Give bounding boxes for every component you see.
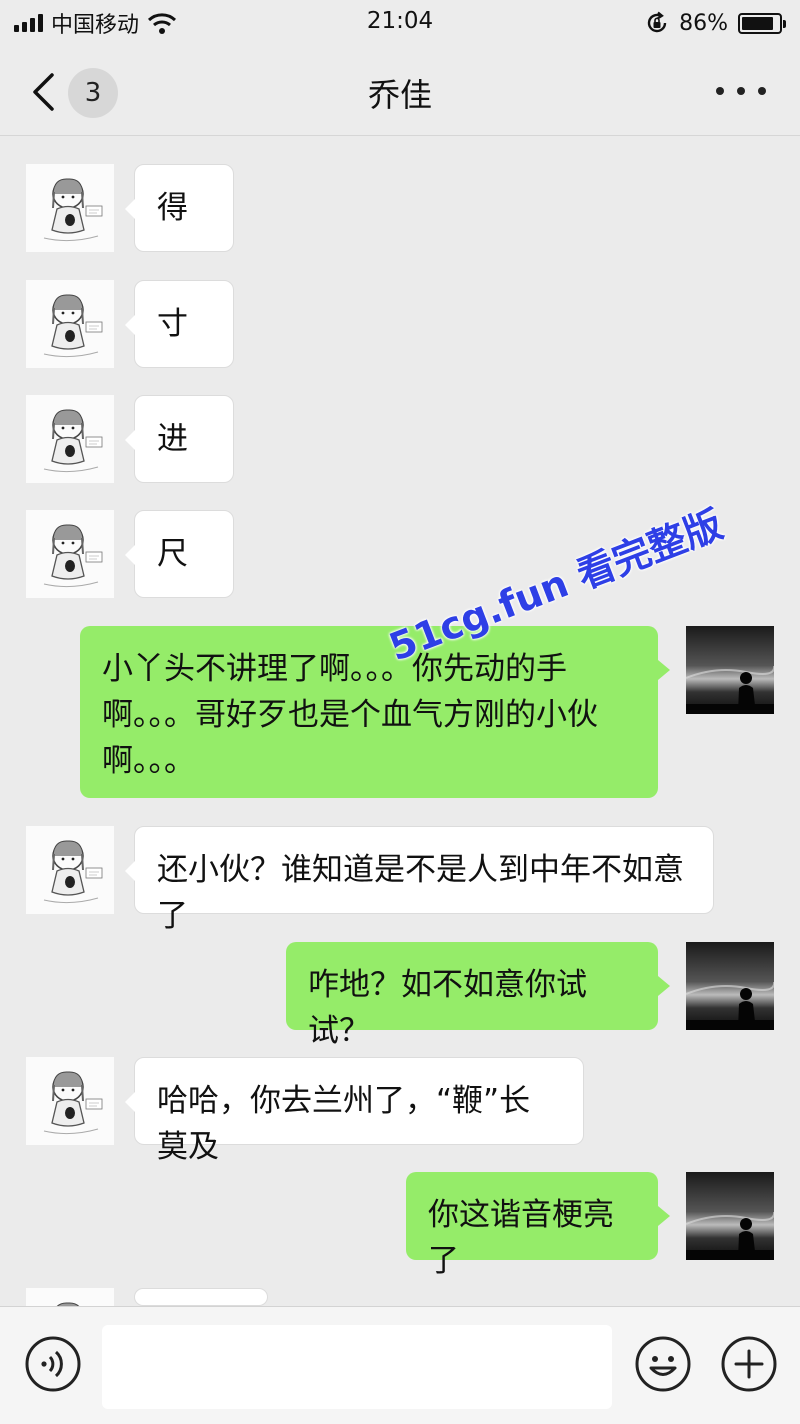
avatar[interactable] — [26, 395, 114, 483]
avatar[interactable] — [686, 1172, 774, 1260]
avatar[interactable] — [26, 1057, 114, 1145]
back-button[interactable]: 3 — [30, 66, 130, 118]
battery-icon — [738, 12, 786, 34]
avatar[interactable] — [26, 510, 114, 598]
message-bubble[interactable]: 还小伙？谁知道是不是人到中年不如意了 — [125, 826, 714, 934]
more-dots-icon — [716, 87, 724, 95]
battery-nub — [783, 19, 786, 28]
message-bubble[interactable]: 得 — [125, 164, 234, 252]
chat-header: 3 乔佳 — [0, 48, 800, 136]
message-bubble[interactable]: 小丫头不讲理了啊。。。你先动的手啊。。。哥好歹也是个血气方刚的小伙啊。。。 — [80, 626, 670, 798]
back-chevron-icon — [33, 73, 54, 111]
voice-icon[interactable] — [24, 1335, 82, 1393]
avatar[interactable] — [26, 1288, 114, 1306]
more-dots-icon — [758, 87, 766, 95]
rotation-lock-icon — [647, 11, 667, 33]
input-bar — [0, 1306, 800, 1424]
message-bubble-partial[interactable] — [125, 1288, 268, 1343]
message-input[interactable] — [102, 1325, 612, 1409]
more-button[interactable] — [716, 76, 766, 106]
message-bubble[interactable]: 尺 — [125, 510, 234, 598]
avatar[interactable] — [26, 280, 114, 368]
plus-icon[interactable] — [720, 1335, 778, 1393]
message-bubble[interactable]: 进 — [125, 395, 234, 483]
unread-count-badge: 3 — [68, 68, 118, 118]
message-bubble[interactable]: 寸 — [125, 280, 234, 368]
emoji-icon[interactable] — [634, 1335, 692, 1393]
message-bubble[interactable]: 你这谐音梗亮了 — [406, 1172, 670, 1279]
more-dots-icon — [737, 87, 745, 95]
battery-fill — [742, 16, 773, 30]
avatar[interactable] — [26, 826, 114, 914]
status-bar: 中国移动 21:04 86% — [0, 0, 800, 48]
avatar[interactable] — [686, 626, 774, 714]
message-bubble[interactable]: 哈哈，你去兰州了，“鞭”长莫及 — [125, 1057, 584, 1165]
avatar[interactable] — [26, 164, 114, 252]
battery-percent: 86% — [679, 10, 728, 36]
avatar[interactable] — [686, 942, 774, 1030]
status-right: 86% — [645, 8, 786, 38]
message-bubble[interactable]: 咋地？如不如意你试试？ — [286, 942, 670, 1049]
